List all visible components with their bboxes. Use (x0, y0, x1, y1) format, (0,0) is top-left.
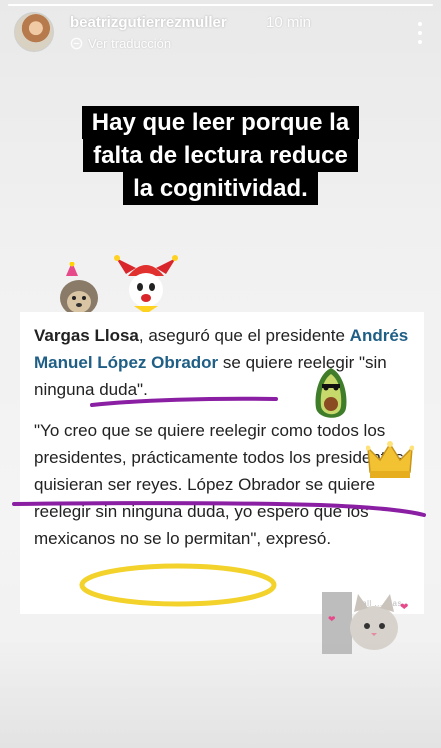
story-progress-fill (8, 4, 433, 6)
story-caption: Hay que leer porque la falta de lectura … (0, 106, 441, 205)
caption-line: Hay que leer porque la (81, 106, 360, 139)
see-translation-button[interactable]: Ver traducción (70, 36, 171, 51)
article-screenshot: Vargas Llosa, aseguró que el presidente … (20, 312, 424, 614)
crown-sticker[interactable] (366, 440, 414, 480)
paragraph-text: , aseguró que el presidente (138, 326, 345, 345)
article-paragraph-1: Vargas Llosa, aseguró que el presidente … (34, 322, 410, 403)
svg-text:❤: ❤ (400, 602, 408, 613)
translate-icon (70, 37, 83, 50)
username[interactable]: beatrizgutierrezmuller (70, 14, 227, 31)
article-paragraph-2: "Yo creo que se quiere reelegir como tod… (34, 421, 404, 548)
story-header: beatrizgutierrezmuller 10 min Ver traduc… (14, 12, 427, 52)
post-time: 10 min (266, 14, 312, 31)
bottom-gradient (0, 638, 441, 748)
svg-text:❤: ❤ (328, 614, 336, 624)
hedgehog-sticker[interactable] (56, 262, 102, 318)
jester-sticker[interactable] (114, 252, 178, 316)
avatar[interactable] (14, 12, 54, 52)
caption-line: falta de lectura reduce (83, 139, 358, 172)
avocado-sticker[interactable] (312, 366, 350, 424)
caption-line: la cognitividad. (123, 172, 318, 205)
more-options-icon[interactable] (417, 22, 423, 44)
author-name: Vargas Llosa (34, 326, 139, 345)
see-translation-label: Ver traducción (88, 36, 172, 51)
story-progress-bar (8, 4, 433, 6)
